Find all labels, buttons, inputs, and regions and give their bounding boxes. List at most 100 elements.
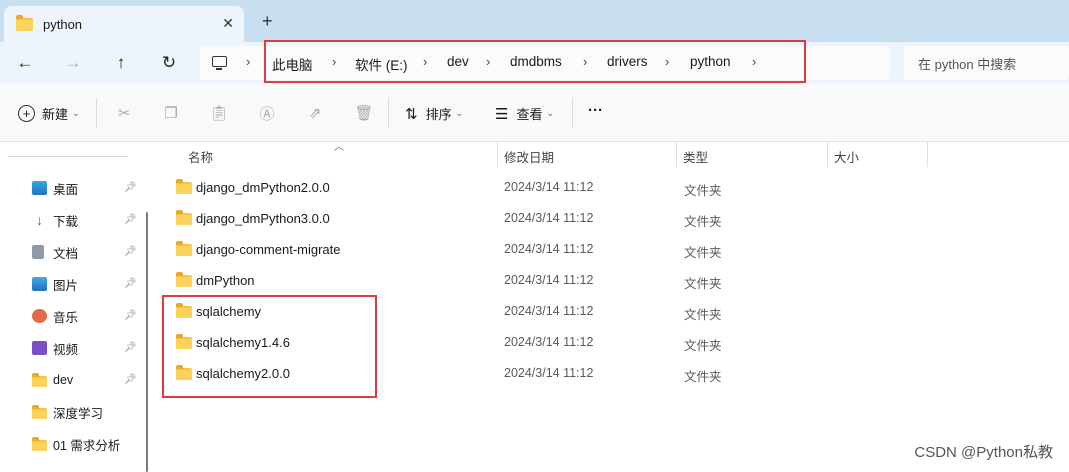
column-divider[interactable] [827, 142, 828, 167]
sidebar-item-label: 深度学习 [53, 406, 104, 421]
cut-icon[interactable]: ✂ [114, 103, 134, 123]
tab-python[interactable]: python ✕ [4, 6, 244, 42]
music-icon [32, 309, 47, 323]
view-button-label: 查看 [516, 107, 543, 122]
table-row[interactable]: django_dmPython2.0.0 2024/3/14 11:12 文件夹 [172, 176, 1052, 200]
rename-icon[interactable]: Ⓐ [257, 103, 277, 123]
file-type: 文件夹 [684, 215, 722, 229]
paste-icon[interactable]: 📋︎ [209, 103, 229, 123]
navigation-pane: 桌面 📌︎ ↓ 下载 📌︎ 文档 📌︎ 图片 📌︎ 音乐 📌︎ 视频 📌︎ de… [0, 142, 150, 472]
pin-icon[interactable]: 📌︎ [124, 342, 137, 353]
pin-icon[interactable]: 📌︎ [124, 246, 137, 257]
copy-icon[interactable]: ❐ [161, 103, 181, 123]
pin-icon[interactable]: 📌︎ [124, 310, 137, 321]
sidebar-item-downloads[interactable]: ↓ 下载 [32, 210, 78, 230]
search-placeholder: 在 python 中搜索 [918, 56, 1017, 72]
sidebar-item-label: 01 需求分析 [53, 438, 121, 453]
forward-button[interactable]: → [62, 52, 84, 74]
folder-icon [176, 210, 192, 225]
column-header-modified[interactable]: 修改日期 [504, 147, 554, 166]
pin-icon[interactable]: 📌︎ [124, 374, 137, 385]
delete-icon[interactable]: 🗑︎ [354, 103, 374, 123]
sidebar-item-pictures[interactable]: 图片 [32, 274, 78, 294]
document-icon [32, 245, 44, 259]
sidebar-item-music[interactable]: 音乐 [32, 306, 78, 326]
sidebar-item-label: 桌面 [53, 182, 79, 197]
pin-icon[interactable]: 📌︎ [124, 214, 137, 225]
pin-icon[interactable]: 📌︎ [124, 182, 137, 193]
watermark: CSDN @Python私教 [914, 444, 1053, 461]
table-row[interactable]: django-comment-migrate 2024/3/14 11:12 文… [172, 238, 1052, 262]
highlight-box-path [264, 40, 806, 83]
folder-icon [176, 241, 192, 256]
computer-icon[interactable] [212, 56, 227, 70]
close-tab-icon[interactable]: ✕ [222, 15, 234, 32]
nav-divider [8, 156, 128, 157]
column-header-type[interactable]: 类型 [683, 147, 708, 166]
command-bar: + 新建 ⌄ ✂ ❐ 📋︎ Ⓐ ⇗ 🗑︎ ⇅ 排序 ⌄ ☰ 查看 ⌄ ··· [0, 84, 1069, 142]
folder-icon [176, 179, 192, 194]
folder-icon [32, 404, 47, 419]
file-name: django-comment-migrate [196, 242, 341, 257]
up-button[interactable]: ↑ [110, 52, 132, 74]
toolbar-divider [96, 98, 97, 128]
video-icon [32, 341, 47, 355]
sidebar-item-label: 文档 [53, 246, 79, 261]
sidebar-item-videos[interactable]: 视频 [32, 338, 78, 358]
nav-scrollbar[interactable] [146, 212, 148, 472]
sort-ascending-icon: ︿ [334, 142, 344, 153]
download-icon: ↓ [36, 212, 43, 228]
plus-circle-icon: + [18, 105, 35, 122]
file-type: 文件夹 [684, 246, 722, 260]
sidebar-item-label: 音乐 [53, 310, 79, 325]
refresh-button[interactable]: ↻ [158, 52, 180, 74]
sort-icon: ⇅ [405, 105, 418, 123]
file-type: 文件夹 [684, 308, 722, 322]
column-header-name[interactable]: 名称 [188, 147, 213, 166]
chevron-down-icon: ⌄ [546, 108, 555, 118]
breadcrumb-separator[interactable]: › [246, 54, 250, 69]
file-type: 文件夹 [684, 277, 722, 291]
sidebar-item-requirements[interactable]: 01 需求分析 [32, 434, 120, 454]
file-name: django_dmPython3.0.0 [196, 211, 330, 226]
more-options-button[interactable]: ··· [588, 102, 603, 119]
table-row[interactable]: django_dmPython3.0.0 2024/3/14 11:12 文件夹 [172, 207, 1052, 231]
share-icon[interactable]: ⇗ [305, 103, 325, 123]
new-button[interactable]: + 新建 ⌄ [18, 104, 80, 123]
column-header-size[interactable]: 大小 [834, 147, 859, 166]
column-divider[interactable] [927, 142, 928, 167]
chevron-down-icon: ⌄ [455, 108, 464, 118]
view-button[interactable]: ☰ 查看 ⌄ [495, 104, 554, 123]
file-modified: 2024/3/14 11:12 [504, 304, 594, 318]
sidebar-item-deep-learning[interactable]: 深度学习 [32, 402, 103, 422]
sidebar-item-desktop[interactable]: 桌面 [32, 178, 78, 198]
file-list: ︿ 名称 修改日期 类型 大小 django_dmPython2.0.0 202… [150, 142, 1069, 472]
pictures-icon [32, 277, 47, 291]
table-row[interactable]: dmPython 2024/3/14 11:12 文件夹 [172, 269, 1052, 293]
toolbar-divider [572, 98, 573, 128]
file-modified: 2024/3/14 11:12 [504, 211, 594, 225]
sidebar-item-documents[interactable]: 文档 [32, 242, 78, 262]
file-type: 文件夹 [684, 339, 722, 353]
file-type: 文件夹 [684, 370, 722, 384]
file-modified: 2024/3/14 11:12 [504, 273, 594, 287]
toolbar-divider [388, 98, 389, 128]
title-bar: python ✕ + [0, 0, 1069, 42]
sidebar-item-dev[interactable]: dev [32, 370, 73, 390]
back-button[interactable]: ← [14, 52, 36, 74]
sidebar-item-label: 图片 [53, 278, 79, 293]
sidebar-item-label: 视频 [53, 342, 79, 357]
file-modified: 2024/3/14 11:12 [504, 366, 594, 380]
column-divider[interactable] [676, 142, 677, 167]
file-name: django_dmPython2.0.0 [196, 180, 330, 195]
search-input[interactable]: 在 python 中搜索 [904, 46, 1069, 80]
desktop-icon [32, 181, 47, 195]
sidebar-item-label: dev [53, 373, 74, 387]
new-tab-button[interactable]: + [262, 12, 273, 30]
sort-button-label: 排序 [425, 107, 452, 122]
address-row: ← → ↑ ↻ › 此电脑 › 软件 (E:) › dev › dmdbms ›… [0, 40, 1069, 84]
pin-icon[interactable]: 📌︎ [124, 278, 137, 289]
column-divider[interactable] [497, 142, 498, 167]
chevron-down-icon: ⌄ [72, 108, 80, 118]
sort-button[interactable]: ⇅ 排序 ⌄ [405, 104, 463, 123]
